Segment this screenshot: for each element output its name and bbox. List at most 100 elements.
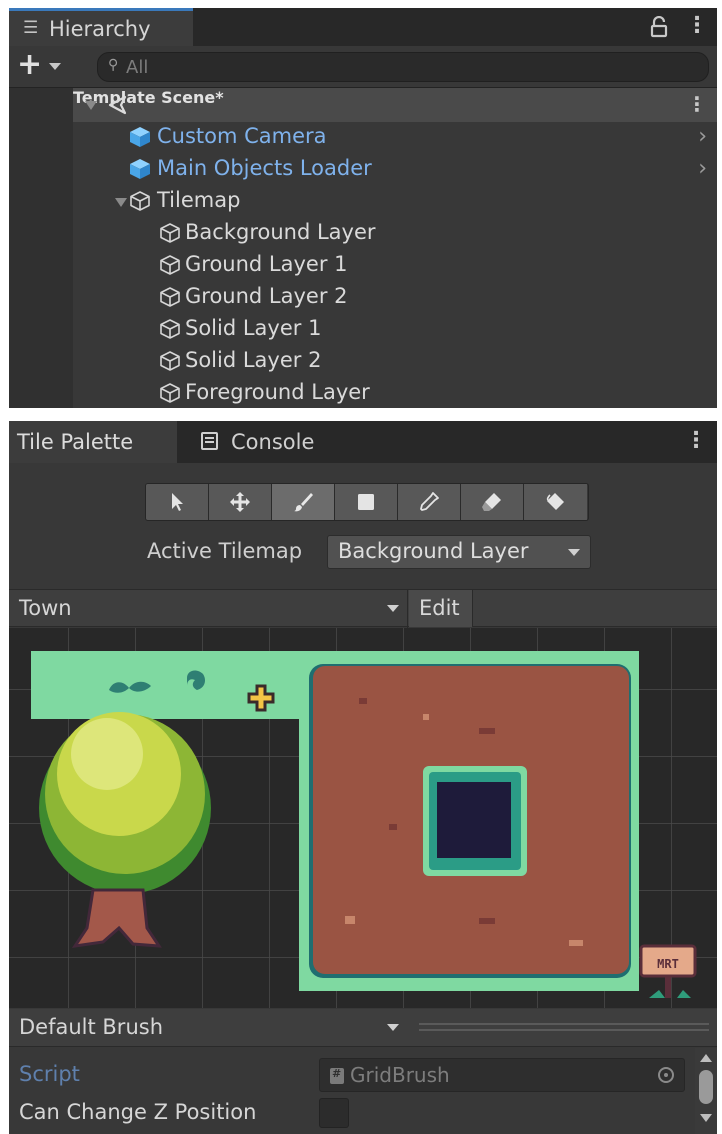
paint-brush-tool-button[interactable] bbox=[272, 484, 335, 520]
gameobject-cube-icon bbox=[160, 319, 180, 339]
script-object-field[interactable]: GridBrush bbox=[319, 1058, 685, 1092]
chevron-right-icon[interactable]: › bbox=[698, 124, 707, 149]
list-icon: ☰ bbox=[23, 18, 39, 38]
eraser-icon bbox=[482, 493, 501, 511]
gameobject-cube-icon bbox=[160, 351, 180, 371]
tab-console[interactable]: Console bbox=[189, 421, 359, 463]
tab-label: Tile Palette bbox=[17, 430, 134, 454]
object-picker-icon[interactable] bbox=[658, 1067, 674, 1083]
dropdown-caret-icon bbox=[387, 1024, 399, 1031]
gameobject-cube-icon bbox=[160, 287, 180, 307]
brush-properties: Script GridBrush Can Change Z Position bbox=[9, 1048, 717, 1134]
item-label: Foreground Layer bbox=[185, 380, 370, 404]
item-label: Solid Layer 2 bbox=[185, 348, 322, 372]
sign-text: MRT bbox=[657, 957, 679, 971]
active-tilemap-value: Background Layer bbox=[338, 539, 529, 563]
gameobject-cube-icon bbox=[130, 191, 150, 211]
dropdown-caret-icon bbox=[568, 549, 580, 556]
active-tilemap-dropdown[interactable]: Background Layer bbox=[327, 535, 591, 569]
palette-name: Town bbox=[19, 596, 72, 620]
tile-palette-canvas[interactable]: MRT bbox=[9, 628, 717, 1008]
picker-tool-button[interactable] bbox=[398, 484, 461, 520]
divider bbox=[407, 590, 408, 628]
script-file-icon bbox=[330, 1067, 344, 1084]
hierarchy-indent-gutter bbox=[9, 88, 73, 408]
paint-bucket-icon bbox=[546, 493, 564, 510]
create-dropdown-icon[interactable] bbox=[49, 63, 61, 70]
dropdown-caret-icon bbox=[387, 605, 399, 612]
select-tool-button[interactable] bbox=[146, 484, 209, 520]
hierarchy-panel: ☰ Hierarchy ⋮ + ⚲ Template Scene* ⋮ Cust… bbox=[9, 8, 717, 408]
edit-palette-button[interactable]: Edit bbox=[409, 590, 473, 627]
search-icon: ⚲ bbox=[108, 57, 119, 73]
hierarchy-toolbar: + ⚲ bbox=[9, 46, 717, 88]
palette-selector-row: Town Edit bbox=[9, 589, 717, 628]
palette-tab-bar: Tile Palette Console ⋮ bbox=[9, 421, 717, 463]
chevron-right-icon[interactable]: › bbox=[698, 156, 707, 181]
gameobject-cube-icon bbox=[160, 223, 180, 243]
hierarchy-item-main-objects-loader[interactable]: Main Objects Loader › bbox=[73, 154, 717, 186]
palette-dropdown[interactable]: Town bbox=[9, 590, 407, 627]
lock-icon[interactable] bbox=[649, 16, 669, 38]
prefab-cube-icon bbox=[130, 159, 150, 179]
tile-tools-toolbar bbox=[145, 483, 589, 521]
properties-scrollbar[interactable] bbox=[695, 1048, 717, 1134]
item-label: Solid Layer 1 bbox=[185, 316, 322, 340]
paint-brush-icon bbox=[294, 493, 313, 512]
fold-arrow-icon[interactable] bbox=[115, 198, 127, 207]
hierarchy-tab-label: Hierarchy bbox=[49, 17, 151, 41]
grass-tiles[interactable] bbox=[31, 651, 301, 719]
item-label: Tilemap bbox=[157, 188, 241, 212]
create-button[interactable]: + bbox=[17, 50, 42, 80]
dirt-patch-tiles[interactable] bbox=[299, 651, 639, 991]
scroll-down-icon[interactable] bbox=[700, 1114, 712, 1122]
hierarchy-item-foreground-layer[interactable]: Foreground Layer bbox=[73, 378, 717, 408]
move-arrows-icon bbox=[230, 492, 250, 512]
scroll-up-icon[interactable] bbox=[700, 1054, 712, 1062]
console-icon bbox=[201, 432, 218, 450]
gameobject-cube-icon bbox=[160, 255, 180, 275]
search-input[interactable] bbox=[126, 56, 686, 78]
item-label: Ground Layer 1 bbox=[185, 252, 348, 276]
hierarchy-item-custom-camera[interactable]: Custom Camera › bbox=[73, 122, 717, 154]
scroll-thumb[interactable] bbox=[699, 1070, 713, 1104]
box-fill-icon bbox=[358, 494, 374, 510]
prefab-cube-icon bbox=[130, 127, 150, 147]
hierarchy-search[interactable]: ⚲ bbox=[97, 52, 709, 82]
box-fill-tool-button[interactable] bbox=[335, 484, 398, 520]
hierarchy-tab-bar: ☰ Hierarchy ⋮ bbox=[9, 8, 717, 46]
tab-hierarchy[interactable]: ☰ Hierarchy bbox=[9, 8, 193, 46]
move-tool-button[interactable] bbox=[209, 484, 272, 520]
item-label: Main Objects Loader bbox=[157, 156, 372, 180]
tile-palette-grid[interactable]: MRT bbox=[9, 628, 717, 1008]
script-label: Script bbox=[19, 1062, 80, 1086]
eraser-tool-button[interactable] bbox=[461, 484, 524, 520]
hierarchy-item-background-layer[interactable]: Background Layer bbox=[73, 218, 717, 250]
flood-fill-tool-button[interactable] bbox=[524, 484, 587, 520]
scene-row[interactable]: Template Scene* ⋮ bbox=[73, 88, 717, 122]
hierarchy-item-tilemap[interactable]: Tilemap bbox=[73, 186, 717, 218]
hierarchy-menu-icon[interactable]: ⋮ bbox=[686, 15, 708, 37]
select-arrow-icon bbox=[172, 493, 183, 511]
brush-name: Default Brush bbox=[19, 1015, 164, 1039]
fold-arrow-icon[interactable] bbox=[85, 101, 97, 110]
scene-menu-icon[interactable]: ⋮ bbox=[687, 94, 707, 114]
hierarchy-item-ground-layer-2[interactable]: Ground Layer 2 bbox=[73, 282, 717, 314]
can-change-z-label: Can Change Z Position bbox=[19, 1100, 257, 1124]
script-value: GridBrush bbox=[350, 1063, 450, 1087]
hierarchy-item-solid-layer-2[interactable]: Solid Layer 2 bbox=[73, 346, 717, 378]
tile-palette-panel: Tile Palette Console ⋮ Active Tilemap Ba… bbox=[9, 421, 717, 1134]
tab-label: Console bbox=[231, 430, 315, 454]
brush-selector-row: Default Brush bbox=[9, 1009, 717, 1047]
eyedropper-icon bbox=[420, 492, 439, 511]
active-tilemap-label: Active Tilemap bbox=[147, 539, 303, 563]
item-label: Custom Camera bbox=[157, 124, 327, 148]
can-change-z-checkbox[interactable] bbox=[319, 1098, 349, 1128]
splitter-handle[interactable] bbox=[419, 1023, 709, 1031]
item-label: Background Layer bbox=[185, 220, 376, 244]
hierarchy-item-solid-layer-1[interactable]: Solid Layer 1 bbox=[73, 314, 717, 346]
palette-menu-icon[interactable]: ⋮ bbox=[685, 430, 707, 452]
brush-dropdown[interactable]: Default Brush bbox=[9, 1009, 407, 1046]
tab-tile-palette[interactable]: Tile Palette bbox=[9, 421, 177, 463]
hierarchy-item-ground-layer-1[interactable]: Ground Layer 1 bbox=[73, 250, 717, 282]
